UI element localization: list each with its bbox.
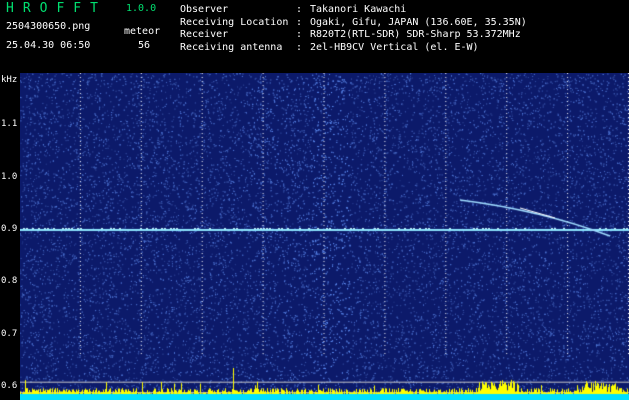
y-tick-label: 1.0 — [1, 171, 18, 182]
info-row-location: Receiving Location: Ogaki, Gifu, JAPAN (1… — [180, 16, 527, 28]
y-tick-label: 0.6 — [1, 380, 18, 391]
image-filename: 2504300650.png — [6, 21, 91, 32]
capture-datetime: 25.04.30 06:50 — [6, 40, 91, 51]
meteor-label: meteor — [124, 26, 161, 37]
spectrogram-canvas[interactable] — [20, 73, 629, 400]
meteor-count: 56 — [138, 40, 151, 51]
y-tick-label: 0.7 — [1, 328, 18, 339]
y-tick-label: 0.8 — [1, 276, 18, 287]
app-name: HROFFT — [6, 1, 107, 16]
y-tick-label: 1.1 — [1, 119, 18, 130]
info-row-receiver: Receiver: R820T2(RTL-SDR) SDR-Sharp 53.37… — [180, 29, 521, 40]
info-row-observer: Observer: Takanori Kawachi — [180, 4, 407, 15]
station-info: Observer: Takanori Kawachi Receiving Loca… — [180, 4, 527, 54]
app-version: 1.0.0 — [126, 3, 157, 14]
header-panel: HROFFT 1.0.0 2504300650.png 25.04.30 06:… — [0, 0, 629, 73]
y-tick-label: 0.9 — [1, 223, 18, 234]
y-axis-unit: kHz — [1, 75, 18, 85]
info-row-antenna: Receiving antenna:2el-HB9CV Vertical (el… — [180, 41, 479, 53]
